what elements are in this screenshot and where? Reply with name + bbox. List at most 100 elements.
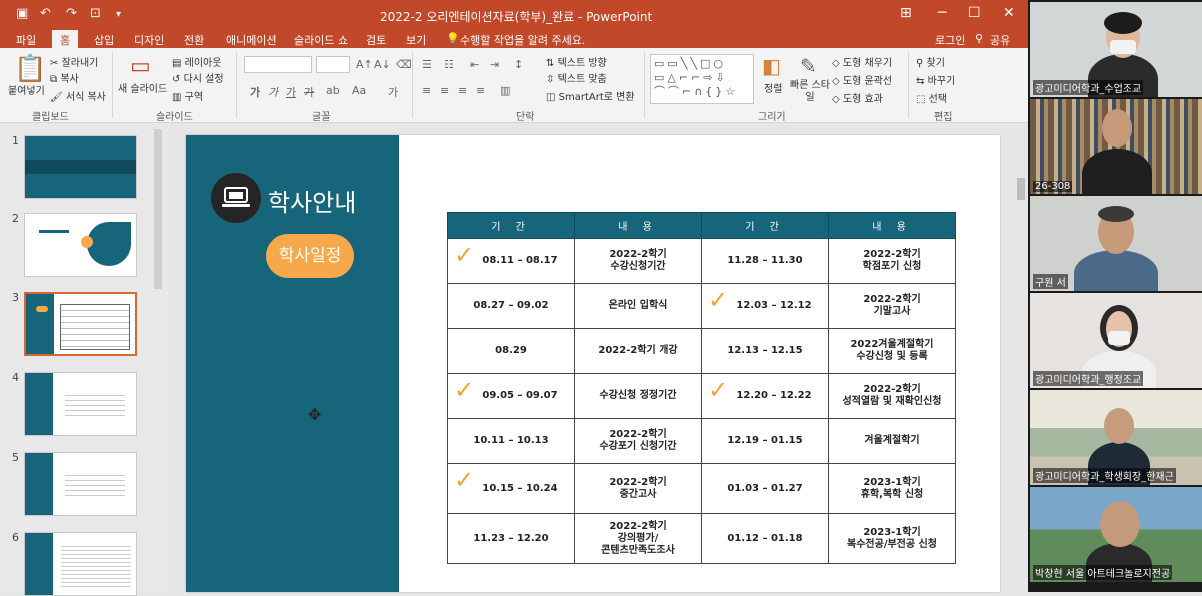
thumbnail-number: 3	[12, 291, 19, 304]
select-button[interactable]: ⬚ 선택	[916, 90, 947, 105]
shape-effects-button[interactable]: ◇ 도형 효과	[832, 90, 883, 105]
participant-hair	[1104, 12, 1142, 34]
ribbon: 📋 붙여넣기 ✂ 잘라내기 ⧉ 복사 🖌 서식 복사 클립보드 ▭ 새 슬라이드…	[0, 48, 1028, 123]
justify-icon[interactable]: ≡	[476, 84, 485, 97]
arrange-icon[interactable]: ◧	[762, 54, 781, 78]
slide-canvas[interactable]: 학사안내 학사일정 기 간 내 용 기 간 내 용 ✓ 08.11 – 08.17…	[186, 135, 1000, 592]
period-text: 08.27 – 09.02	[473, 300, 549, 311]
tab-design[interactable]: 디자인	[134, 32, 164, 48]
shapes-gallery[interactable]: ▭▭╲╲□○ ▭△⌐⌐⇨⇩ ⌒⌒⌐∩{}☆	[650, 54, 754, 104]
content-line: 기말고사	[873, 306, 911, 317]
tab-animations[interactable]: 애니메이션	[226, 32, 277, 48]
scrollbar-thumb[interactable]	[1017, 178, 1025, 200]
format-painter-button[interactable]: 🖌 서식 복사	[50, 88, 106, 103]
table-header-row: 기 간 내 용 기 간 내 용	[447, 212, 956, 239]
lightbulb-icon: 💡	[446, 32, 460, 45]
redo-icon[interactable]: ↷	[66, 6, 77, 21]
new-slide-button[interactable]: 새 슬라이드	[118, 80, 167, 95]
customize-quick-access-icon[interactable]: ▾	[116, 9, 121, 20]
participant-video[interactable]: 박창현 서울 아트테크놀로지전공	[1030, 487, 1202, 582]
increase-font-icon[interactable]: A↑	[356, 58, 373, 71]
tab-review[interactable]: 검토	[366, 32, 386, 48]
copy-button[interactable]: ⧉ 복사	[50, 70, 79, 85]
participant-video[interactable]: 광고미디어학과_수업조교	[1030, 2, 1202, 97]
align-left-icon[interactable]: ≡	[422, 84, 431, 97]
slide-thumbnail-3[interactable]	[24, 292, 137, 356]
participant-video[interactable]: 구원 서	[1030, 196, 1202, 291]
header-period: 기 간	[447, 212, 575, 239]
participant-video[interactable]: 광고미디어학과_학생회장_한재근	[1030, 390, 1202, 485]
layout-button[interactable]: ▤ 레이아웃	[172, 54, 221, 69]
change-case-icon[interactable]: Aa	[352, 84, 366, 97]
new-slide-icon[interactable]: ▭	[130, 54, 151, 79]
tab-insert[interactable]: 삽입	[94, 32, 114, 48]
undo-icon[interactable]: ↶	[40, 6, 51, 21]
thumbnail-dot	[81, 236, 93, 248]
save-icon[interactable]: ▣	[16, 6, 28, 21]
participant-video[interactable]: 광고미디어학과_행정조교	[1030, 293, 1202, 388]
quick-styles-button[interactable]: 빠른 스타일	[790, 80, 830, 104]
smartart-button[interactable]: ◫ SmartArt로 변환	[546, 88, 635, 103]
section-button[interactable]: ▥ 구역	[172, 88, 203, 103]
thumbnail-scrollbar[interactable]	[154, 129, 162, 289]
period-cell: ✓ 12.03 – 12.12	[701, 283, 829, 329]
shape-fill-button[interactable]: ◇ 도형 채우기	[832, 54, 892, 69]
arrange-button[interactable]: 정렬	[764, 80, 782, 95]
numbering-icon[interactable]: ☷	[444, 58, 454, 71]
slide-thumbnail-4[interactable]	[24, 372, 137, 436]
quick-styles-icon[interactable]: ✎	[800, 54, 817, 78]
font-size-dropdown[interactable]	[316, 56, 350, 73]
sign-in-link[interactable]: 로그인	[935, 32, 965, 48]
decrease-indent-icon[interactable]: ⇤	[470, 58, 479, 71]
slide-scrollbar[interactable]	[1014, 123, 1028, 592]
font-color-icon[interactable]: 가	[388, 84, 398, 100]
share-button[interactable]: 공유	[990, 32, 1010, 48]
maximize-icon[interactable]: ☐	[968, 5, 981, 21]
align-center-icon[interactable]: ≡	[440, 84, 449, 97]
columns-icon[interactable]: ▥	[500, 84, 510, 97]
start-from-beginning-icon[interactable]: ⊡	[90, 6, 101, 21]
find-button[interactable]: ⚲ 찾기	[916, 54, 945, 69]
shape-effects-label: 도형 효과	[842, 94, 883, 105]
participant-head	[1100, 501, 1140, 547]
close-icon[interactable]: ✕	[1003, 5, 1015, 21]
italic-icon[interactable]: 가	[268, 84, 278, 100]
shape-outline-button[interactable]: ◇ 도형 윤곽선	[832, 72, 892, 87]
shapes-gallery-icons: ▭▭╲╲□○ ▭△⌐⌐⇨⇩ ⌒⌒⌐∩{}☆	[654, 57, 739, 98]
slide-thumbnail-1[interactable]	[24, 135, 137, 199]
slide-thumbnail-5[interactable]	[24, 452, 137, 516]
reset-button[interactable]: ↺ 다시 설정	[172, 70, 224, 85]
paste-button[interactable]: 붙여넣기	[8, 82, 45, 97]
decrease-font-icon[interactable]: A↓	[374, 58, 391, 71]
clear-formatting-icon[interactable]: ⌫	[396, 58, 412, 71]
tab-transitions[interactable]: 전환	[184, 32, 204, 48]
group-label-paragraph: 단락	[516, 112, 535, 123]
tab-file[interactable]: 파일	[16, 32, 36, 48]
font-name-dropdown[interactable]	[244, 56, 312, 73]
text-direction-button[interactable]: ⇅ 텍스트 방향	[546, 54, 607, 69]
text-direction-label: 텍스트 방향	[557, 58, 607, 69]
character-spacing-icon[interactable]: ab	[326, 84, 340, 97]
tab-slide-show[interactable]: 슬라이드 쇼	[294, 32, 348, 48]
strikethrough-icon[interactable]: 가	[304, 84, 314, 100]
thumbnail-number: 6	[12, 531, 19, 544]
underline-icon[interactable]: 가	[286, 84, 296, 100]
replace-button[interactable]: ⇆ 바꾸기	[916, 72, 955, 87]
increase-indent-icon[interactable]: ⇥	[490, 58, 499, 71]
minimize-icon[interactable]: ─	[938, 5, 946, 21]
bullets-icon[interactable]: ☰	[422, 58, 432, 71]
tell-me-search[interactable]: 수행할 작업을 알려 주세요.	[460, 32, 585, 48]
slide-thumbnail-2[interactable]	[24, 213, 137, 277]
thumbnail-side-panel	[26, 294, 54, 354]
tab-home[interactable]: 홈	[52, 30, 79, 48]
slide-thumbnail-6[interactable]	[24, 532, 137, 596]
ribbon-display-options-icon[interactable]: ⊞	[900, 5, 912, 21]
paste-icon[interactable]: 📋	[14, 54, 46, 84]
align-right-icon[interactable]: ≡	[458, 84, 467, 97]
bold-icon[interactable]: 가	[250, 84, 260, 100]
line-spacing-icon[interactable]: ↕	[514, 58, 523, 71]
align-text-button[interactable]: ⇳ 텍스트 맞춤	[546, 70, 607, 85]
cut-button[interactable]: ✂ 잘라내기	[50, 54, 98, 69]
tab-view[interactable]: 보기	[406, 32, 426, 48]
participant-video[interactable]: 26-308	[1030, 99, 1202, 194]
